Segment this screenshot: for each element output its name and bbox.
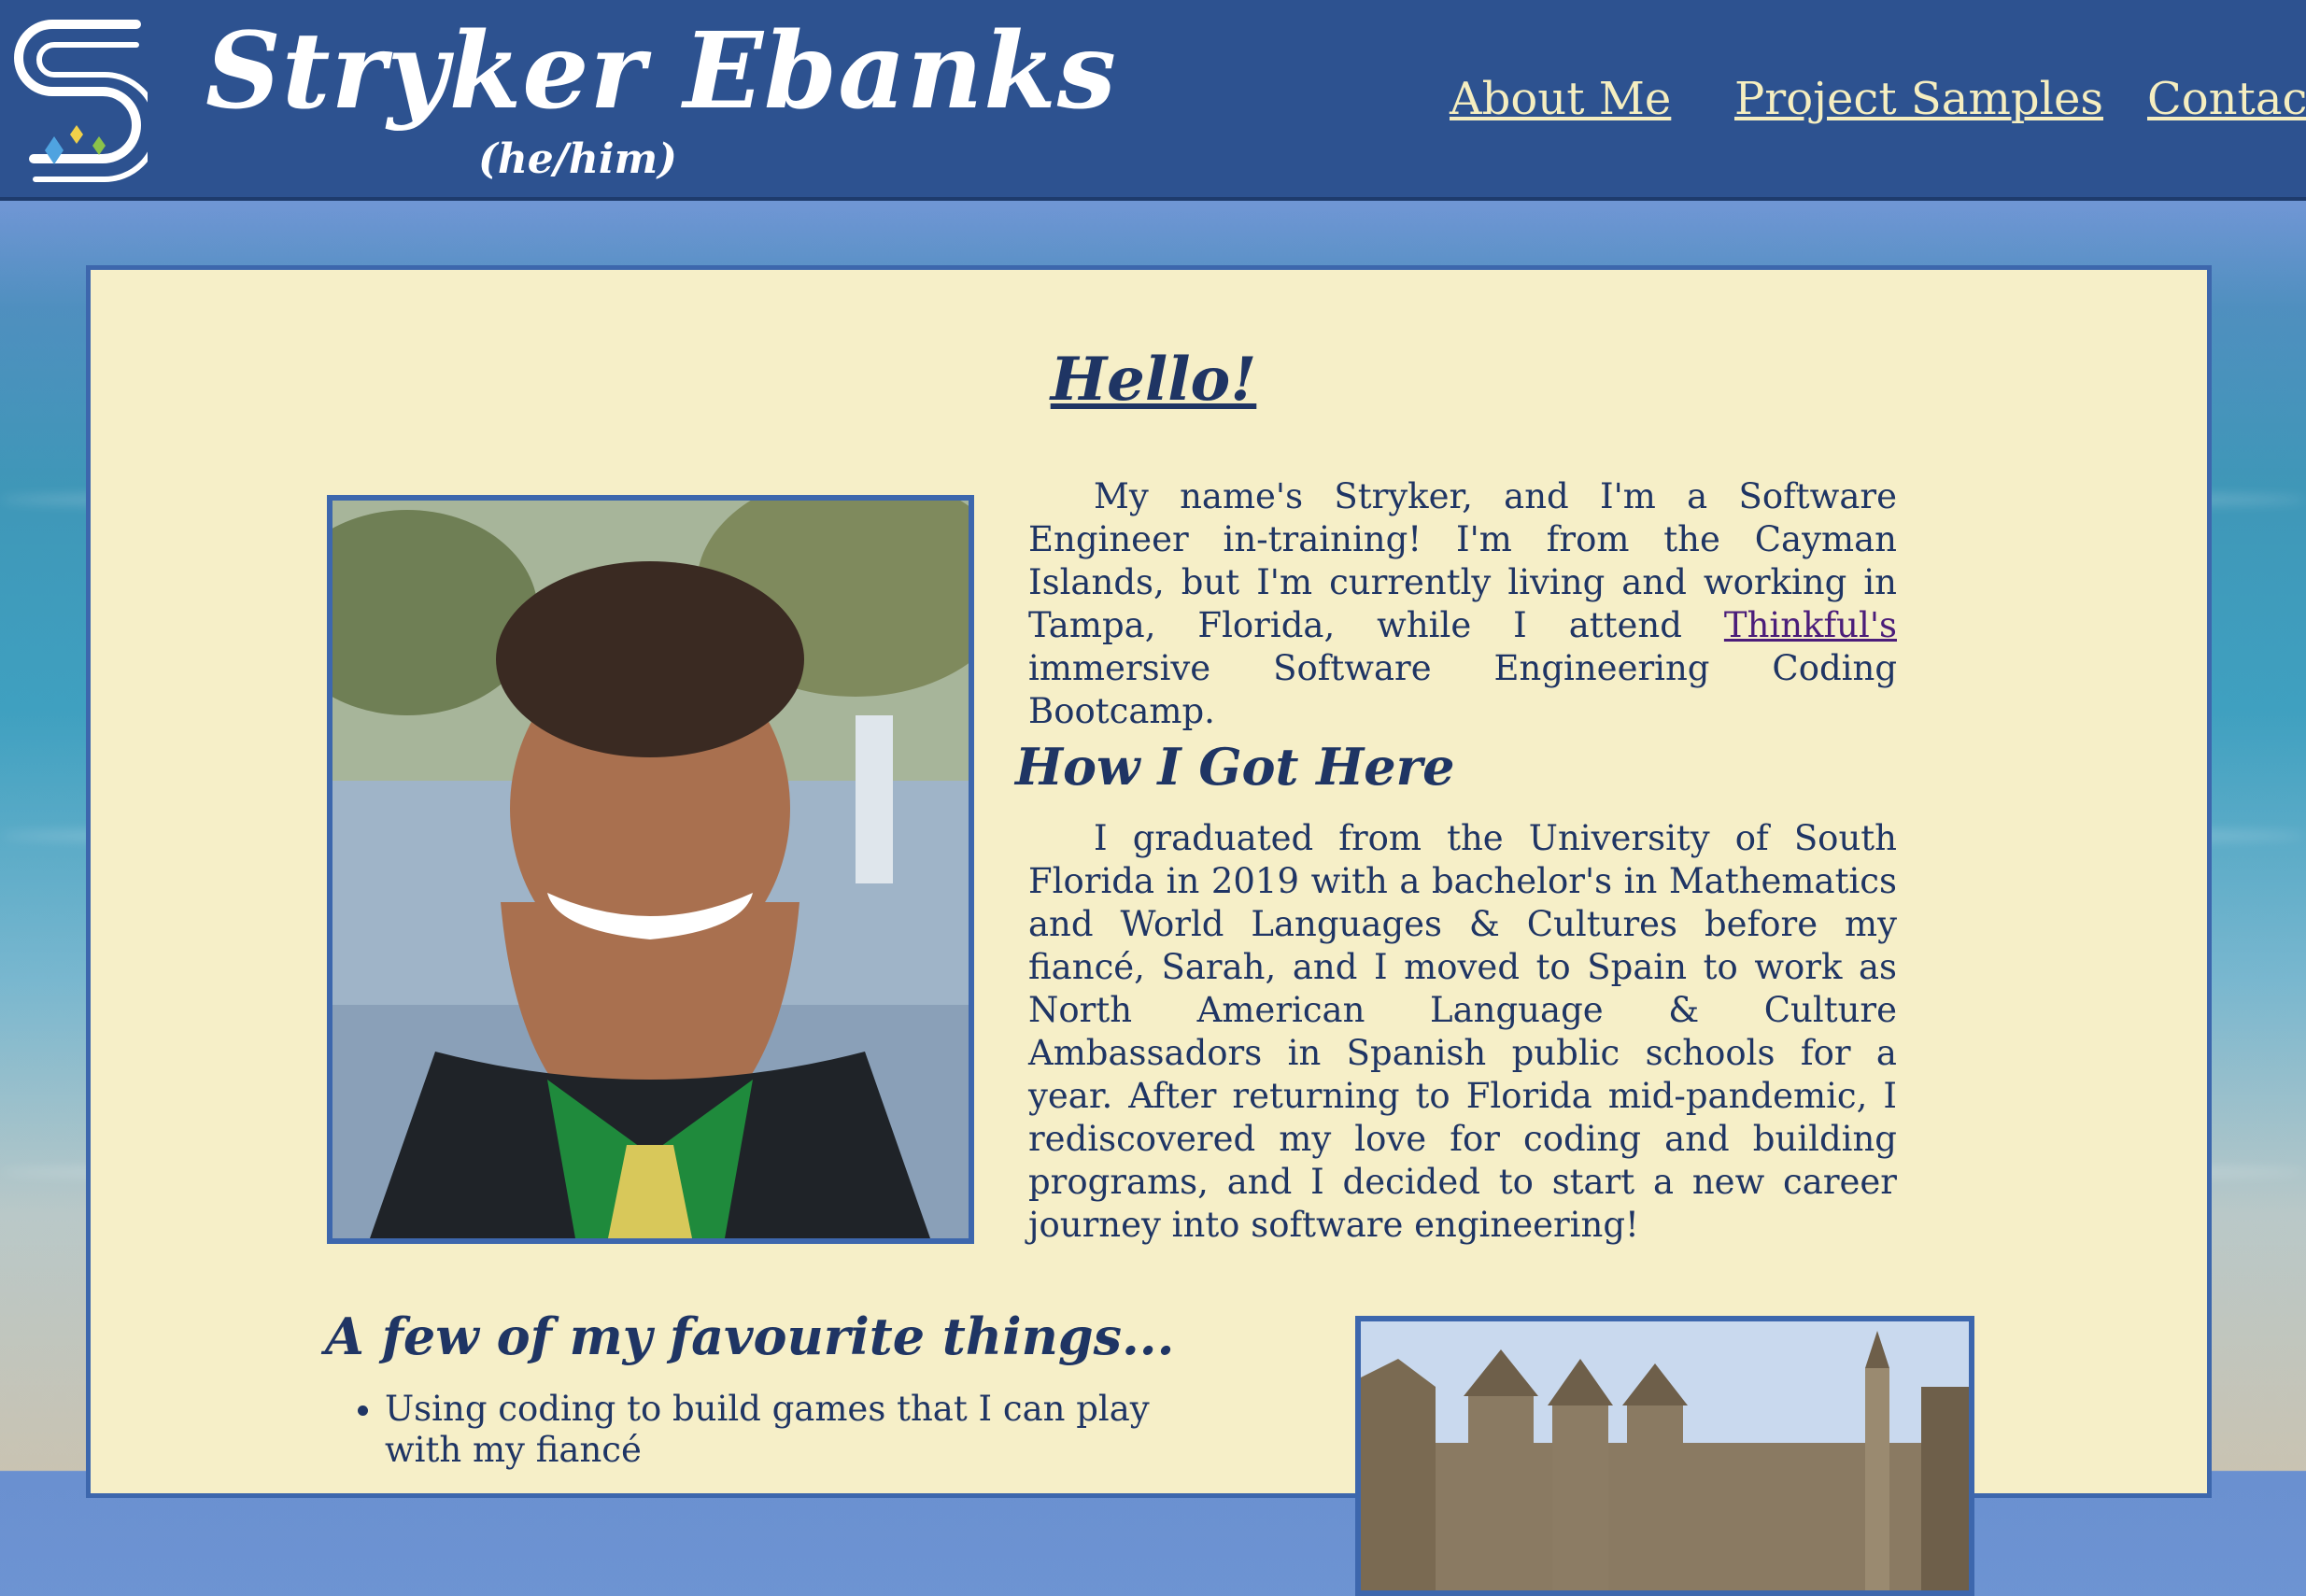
- how-i-got-here-heading: How I Got Here: [1015, 737, 1455, 797]
- nav-project-samples[interactable]: Project Samples: [1734, 77, 2103, 121]
- profile-photo: [327, 495, 974, 1244]
- castle-photo-image: [1361, 1321, 1969, 1590]
- list-item: Using coding to build games that I can p…: [385, 1389, 1225, 1471]
- how-i-got-here-paragraph: I graduated from the University of South…: [1028, 818, 1897, 1245]
- hello-heading: Hello!: [1050, 345, 1257, 415]
- favourite-things-list: Using coding to build games that I can p…: [338, 1389, 1225, 1471]
- site-name: Stryker Ebanks: [205, 10, 1117, 133]
- pronouns: (he/him): [478, 135, 677, 183]
- nav-contact[interactable]: Contact: [2147, 77, 2306, 121]
- intro-text-end: immersive Software Engineering Coding Bo…: [1028, 648, 1897, 731]
- castle-photo: [1355, 1316, 1974, 1596]
- nav-about-me[interactable]: About Me: [1450, 77, 1671, 121]
- profile-photo-image: [332, 501, 969, 1238]
- favourite-things-heading: A few of my favourite things...: [325, 1306, 1175, 1366]
- content-card: Hello! My name's Stryker, and I'm a Soft…: [86, 265, 2212, 1596]
- logo-icon: [14, 20, 148, 182]
- thinkful-link[interactable]: Thinkful's: [1724, 605, 1897, 645]
- site-header: Stryker Ebanks (he/him) About Me Project…: [0, 0, 2306, 201]
- intro-paragraph: My name's Stryker, and I'm a Software En…: [1028, 475, 1897, 733]
